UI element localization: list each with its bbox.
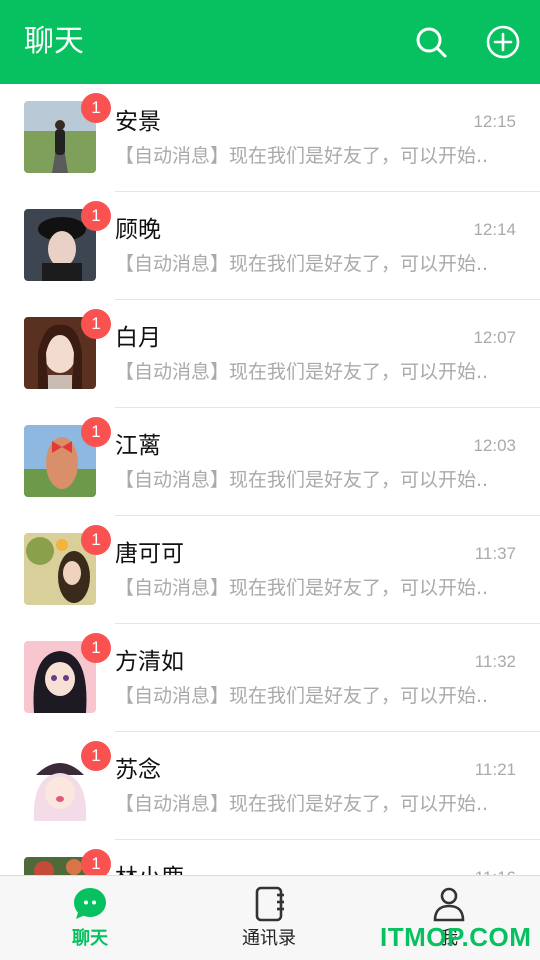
person-icon <box>433 887 465 922</box>
page-title: 聊天 <box>24 24 84 59</box>
app-header: 聊天 <box>0 0 540 84</box>
unread-badge: 1 <box>81 741 111 771</box>
chat-item[interactable]: 1 方清如 11:32 【自动消息】现在我们是好友了，可以开始.. <box>0 624 540 732</box>
chat-name: 林小鹿 <box>115 862 184 875</box>
chat-name: 安景 <box>115 109 161 135</box>
chat-list[interactable]: 1 安景 12:15 【自动消息】现在我们是好友了，可以开始.. 1 顾晚 12… <box>0 84 540 875</box>
chat-time: 12:03 <box>473 436 516 455</box>
chat-time: 12:07 <box>473 328 516 347</box>
chat-time: 11:21 <box>474 760 516 779</box>
chat-item[interactable]: 1 苏念 11:21 【自动消息】现在我们是好友了，可以开始.. <box>0 732 540 840</box>
chat-item[interactable]: 1 安景 12:15 【自动消息】现在我们是好友了，可以开始.. <box>0 84 540 192</box>
chat-item[interactable]: 1 唐可可 11:37 【自动消息】现在我们是好友了，可以开始.. <box>0 516 540 624</box>
chat-time: 11:32 <box>474 652 516 671</box>
tab-label: 聊天 <box>72 928 108 949</box>
chat-preview: 【自动消息】现在我们是好友了，可以开始.. <box>115 361 489 383</box>
search-button[interactable] <box>413 24 449 60</box>
add-button[interactable] <box>485 24 521 60</box>
chat-item[interactable]: 1 顾晚 12:14 【自动消息】现在我们是好友了，可以开始.. <box>0 192 540 300</box>
chat-time: 11:37 <box>474 544 516 563</box>
unread-badge: 1 <box>81 633 111 663</box>
tab-chat[interactable]: 聊天 <box>30 876 150 960</box>
search-icon <box>416 27 447 58</box>
tab-contacts[interactable]: 通讯录 <box>209 876 329 960</box>
unread-badge: 1 <box>81 309 111 339</box>
plus-circle-icon <box>486 25 520 59</box>
tab-label: 通讯录 <box>242 928 296 949</box>
chat-name: 方清如 <box>115 649 184 675</box>
chat-name: 唐可可 <box>115 541 184 567</box>
watermark: ITMOP.COM <box>380 922 532 952</box>
unread-badge: 1 <box>81 525 111 555</box>
chat-time: 11:16 <box>475 866 516 875</box>
chat-preview: 【自动消息】现在我们是好友了，可以开始.. <box>115 469 489 491</box>
chat-time: 12:14 <box>473 220 516 239</box>
unread-badge: 1 <box>81 93 111 123</box>
chat-name: 白月 <box>115 325 161 351</box>
chat-preview: 【自动消息】现在我们是好友了，可以开始.. <box>115 145 489 167</box>
chat-item[interactable]: 1 江蓠 12:03 【自动消息】现在我们是好友了，可以开始.. <box>0 408 540 516</box>
unread-badge: 1 <box>81 417 111 447</box>
chat-preview: 【自动消息】现在我们是好友了，可以开始.. <box>115 253 489 275</box>
chat-name: 江蓠 <box>115 433 161 459</box>
chat-bubble-icon <box>74 888 106 919</box>
chat-preview: 【自动消息】现在我们是好友了，可以开始.. <box>115 793 489 815</box>
chat-preview: 【自动消息】现在我们是好友了，可以开始.. <box>115 685 489 707</box>
unread-badge: 1 <box>81 849 111 875</box>
chat-name: 苏念 <box>115 757 161 783</box>
chat-time: 12:15 <box>473 112 516 131</box>
chat-item[interactable]: 1 林小鹿 11:16 <box>0 840 540 875</box>
chat-item[interactable]: 1 白月 12:07 【自动消息】现在我们是好友了，可以开始.. <box>0 300 540 408</box>
chat-preview: 【自动消息】现在我们是好友了，可以开始.. <box>115 577 489 599</box>
unread-badge: 1 <box>81 201 111 231</box>
chat-name: 顾晚 <box>115 217 161 243</box>
contacts-book-icon <box>255 886 284 922</box>
